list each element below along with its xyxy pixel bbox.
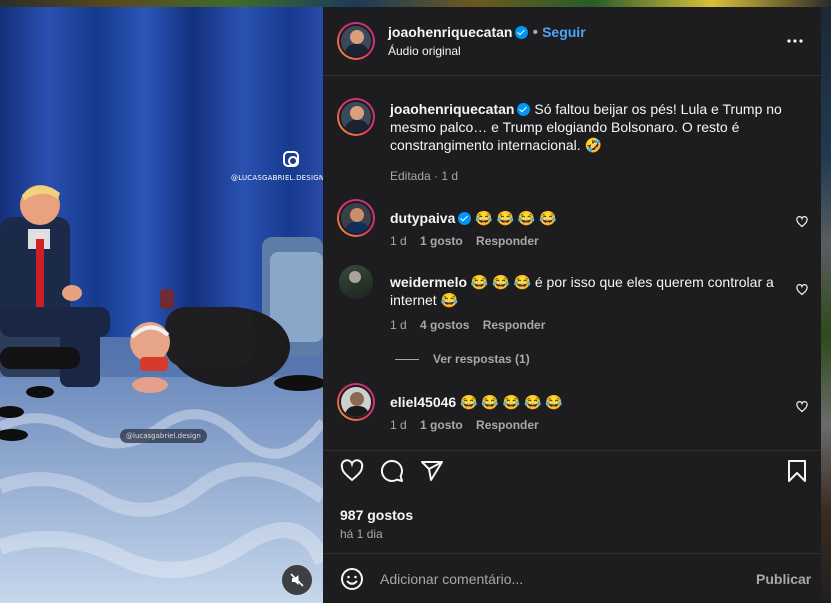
likes-count[interactable]: 987 gostos — [340, 507, 413, 523]
publish-button[interactable]: Publicar — [756, 571, 811, 587]
comment-icon — [380, 459, 403, 482]
comment-likes[interactable]: 1 gosto — [420, 234, 463, 248]
separator: • — [532, 24, 539, 41]
heart-icon — [340, 459, 364, 482]
post-actions: 987 gostos há 1 dia — [323, 450, 821, 560]
comment-text: 😂 😂 😂 😂 😂 — [460, 394, 563, 410]
post-side-panel: joaohenriquecatan • Seguir Áudio original … — [323, 7, 821, 603]
comment-likes[interactable]: 4 gostos — [420, 318, 469, 332]
author-username[interactable]: joaohenriquecatan — [388, 24, 512, 40]
commenter-username[interactable]: weidermelo — [390, 274, 467, 290]
more-options-button[interactable] — [786, 32, 804, 55]
heart-icon — [796, 216, 808, 228]
caption-username[interactable]: joaohenriquecatan — [390, 101, 514, 117]
view-replies-label: Ver respostas (1) — [433, 352, 530, 366]
commenter-username[interactable]: dutypaiva — [390, 210, 455, 226]
comment-text: 😂 😂 😂 😂 — [475, 210, 557, 226]
bookmark-icon — [788, 460, 806, 482]
share-button[interactable] — [420, 459, 444, 488]
watermark-handle: @LUCASGABRIEL.DESIGN — [231, 174, 323, 182]
commenter-username[interactable]: eliel45046 — [390, 394, 456, 410]
more-icon — [787, 39, 803, 43]
post-media[interactable]: @LUCASGABRIEL.DESIGN @lucasgabriel.desig… — [0, 7, 323, 603]
like-comment-button[interactable] — [796, 400, 808, 418]
post-age[interactable]: há 1 dia — [340, 527, 383, 541]
reply-button[interactable]: Responder — [476, 418, 539, 432]
comment-composer: Publicar — [323, 553, 821, 603]
like-button[interactable] — [340, 459, 364, 488]
instagram-post-modal: @LUCASGABRIEL.DESIGN @lucasgabriel.desig… — [0, 0, 831, 603]
like-comment-button[interactable] — [796, 283, 808, 301]
reply-button[interactable]: Responder — [476, 234, 539, 248]
comment-button[interactable] — [380, 459, 404, 488]
audio-label[interactable]: Áudio original — [388, 44, 461, 58]
save-button[interactable] — [785, 459, 809, 488]
comment-time: 1 d — [390, 318, 407, 332]
commenter-avatar[interactable] — [339, 265, 373, 299]
comment-likes[interactable]: 1 gosto — [420, 418, 463, 432]
verified-icon — [515, 26, 529, 39]
post-photo — [0, 7, 323, 603]
caption-meta: Editada · 1 d — [390, 169, 459, 183]
caption-avatar[interactable] — [337, 98, 375, 136]
author-avatar[interactable] — [337, 22, 375, 60]
watermark-pill: @lucasgabriel.design — [120, 429, 207, 443]
post-header: joaohenriquecatan • Seguir Áudio original — [323, 7, 821, 76]
backdrop-top — [0, 0, 831, 7]
like-comment-button[interactable] — [796, 215, 808, 233]
commenter-avatar[interactable] — [337, 199, 375, 237]
comment-input[interactable] — [380, 566, 740, 592]
share-icon — [421, 461, 443, 481]
reply-button[interactable]: Responder — [483, 318, 546, 332]
heart-icon — [796, 284, 808, 296]
follow-button[interactable]: Seguir — [542, 24, 586, 40]
verified-icon — [517, 103, 531, 116]
instagram-icon — [283, 151, 299, 167]
emoji-icon — [341, 568, 363, 590]
commenter-avatar[interactable] — [337, 383, 375, 421]
comment-time: 1 d — [390, 234, 407, 248]
emoji-button[interactable] — [340, 567, 364, 596]
comment-time: 1 d — [390, 418, 407, 432]
mute-icon — [290, 573, 304, 587]
view-replies-button[interactable]: Ver respostas (1) — [395, 352, 530, 366]
heart-icon — [796, 401, 808, 413]
mute-button[interactable] — [282, 565, 312, 595]
backdrop-right — [821, 7, 831, 603]
replies-divider — [395, 358, 419, 360]
verified-icon — [458, 212, 472, 225]
